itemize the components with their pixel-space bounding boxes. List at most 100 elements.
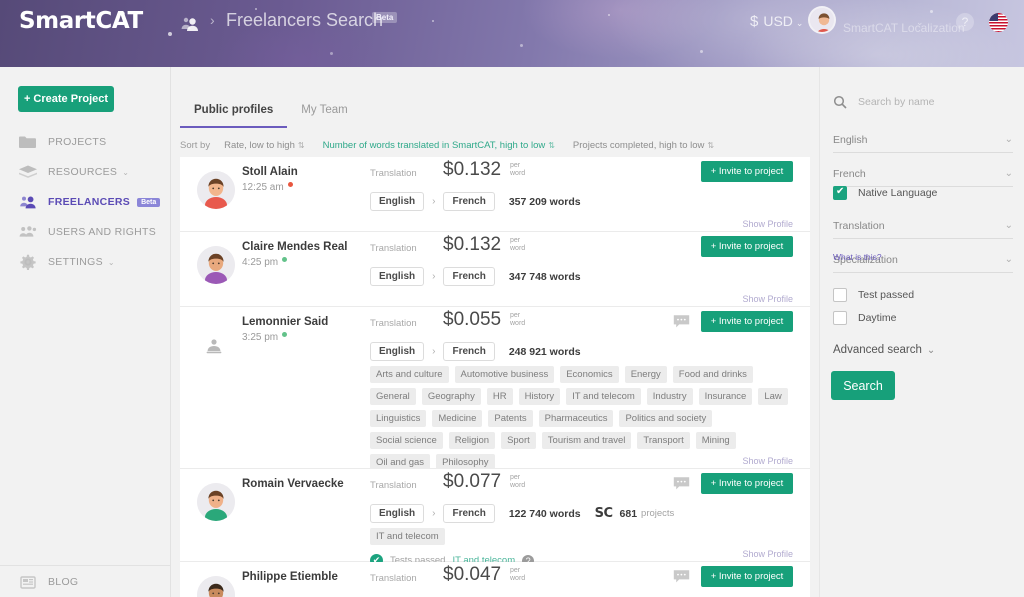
source-language-chip[interactable]: English [370,342,424,361]
chevron-down-icon[interactable]: ⌄ [916,17,924,28]
specialization-tag[interactable]: Automotive business [455,366,555,383]
freelancers-icon [18,194,38,210]
sort-option-words[interactable]: Number of words translated in SmartCAT, … [323,140,555,151]
specialization-tag[interactable]: IT and telecom [566,388,641,405]
specialization-tags: Arts and culture Automotive business Econo… [370,366,790,471]
test-passed-label: Test passed [858,289,914,301]
specialization-tag[interactable]: Arts and culture [370,366,449,383]
checkbox-box [833,288,847,302]
show-profile-link[interactable]: Show Profile [742,294,793,304]
target-language-chip[interactable]: French [443,342,494,361]
specialization-tag[interactable]: History [519,388,561,405]
show-profile-link[interactable]: Show Profile [742,549,793,559]
search-input[interactable] [858,96,1008,108]
sidebar-item-blog[interactable]: BLOG [0,565,171,597]
sidebar-item-freelancers[interactable]: FREELANCERS Beta [0,187,171,217]
specialization-tag[interactable]: Food and drinks [673,366,753,383]
dollar-icon: $ [750,13,758,30]
target-language-chip[interactable]: French [443,267,494,286]
app-logo[interactable]: SmartCAT [19,8,143,34]
freelancer-name[interactable]: Claire Mendes Real [242,241,347,253]
test-passed-checkbox[interactable]: Test passed [833,288,914,302]
specialization-tag[interactable]: Insurance [699,388,753,405]
specialization-tag[interactable]: Transport [637,432,689,449]
freelancer-card[interactable]: Claire Mendes Real4:25 pmTranslation$0.1… [180,232,810,307]
tab-public-profiles[interactable]: Public profiles [180,104,287,128]
freelancer-name[interactable]: Stoll Alain [242,166,298,178]
left-sidebar: + Create Project PROJECTS RESOURCES ⌄ [0,67,171,597]
chat-icon[interactable] [673,476,690,490]
target-language-chip[interactable]: French [443,192,494,211]
checkbox-box [833,311,847,325]
source-language-select[interactable]: English ⌄ [833,127,1013,153]
freelancer-card[interactable]: Stoll Alain12:25 amTranslation$0.132perw… [180,157,810,232]
sort-arrows-icon: ⇅ [548,141,555,150]
freelancer-card[interactable]: Romain VervaeckeTranslation$0.077perword… [180,469,810,562]
freelancer-card[interactable]: Lemonnier Said3:25 pmTranslation$0.055pe… [180,307,810,469]
currency-selector[interactable]: $USD⌄ [750,13,803,30]
specialization-tag[interactable]: Geography [422,388,481,405]
create-project-button[interactable]: + Create Project [18,86,114,112]
tab-my-team[interactable]: My Team [287,104,361,128]
freelancer-name[interactable]: Lemonnier Said [242,316,328,328]
show-profile-link[interactable]: Show Profile [742,219,793,229]
daytime-checkbox[interactable]: Daytime [833,311,897,325]
specialization-tag[interactable]: IT and telecom [370,528,445,545]
specialization-tag[interactable]: Pharmaceutics [539,410,614,427]
sort-option-projects[interactable]: Projects completed, high to low⇅ [573,140,714,151]
show-profile-link[interactable]: Show Profile [742,456,793,466]
source-language-chip[interactable]: English [370,267,424,286]
specialization-tag[interactable]: General [370,388,416,405]
sidebar-item-users-and-rights[interactable]: USERS AND RIGHTS [0,217,171,247]
projects-label: projects [641,508,674,519]
user-name[interactable]: SmartCAT Localization [843,21,965,35]
source-language-chip[interactable]: English [370,192,424,211]
avatar [197,171,235,209]
sort-option-rate[interactable]: Rate, low to high⇅ [224,140,304,151]
language-pair-row: English›French122 740 wordsSC681projects [370,504,674,523]
chat-icon[interactable] [673,314,690,328]
specialization-tag[interactable]: Sport [501,432,536,449]
us-flag-icon[interactable] [989,13,1008,32]
specialization-tag[interactable]: Tourism and travel [542,432,632,449]
search-icon [833,95,847,109]
specialization-tag[interactable]: HR [487,388,513,405]
specialization-tag[interactable]: Mining [696,432,736,449]
specialization-tag[interactable]: Religion [449,432,495,449]
specialization-tag[interactable]: Politics and society [619,410,712,427]
sidebar-item-projects[interactable]: PROJECTS [0,127,171,157]
specialization-tag[interactable]: Linguistics [370,410,426,427]
local-time: 3:25 pm [242,332,287,343]
specialization-tag[interactable]: Patents [488,410,532,427]
what-is-this-link[interactable]: What is this? [833,252,882,262]
target-language-select[interactable]: French ⌄ [833,161,1013,187]
specialization-tag[interactable]: Energy [625,366,667,383]
specialization-tag[interactable]: Economics [560,366,618,383]
sidebar-item-resources[interactable]: RESOURCES ⌄ [0,157,171,187]
help-icon[interactable]: ? [956,13,974,31]
sidebar-item-label: RESOURCES [48,166,117,178]
search-button[interactable]: Search [831,371,895,400]
sidebar-item-settings[interactable]: SETTINGS ⌄ [0,247,171,277]
invite-to-project-button[interactable]: + Invite to project [701,311,793,332]
specialization-tag[interactable]: Law [758,388,787,405]
native-language-checkbox[interactable]: Native Language [833,186,937,200]
chat-icon[interactable] [673,569,690,583]
target-language-chip[interactable]: French [443,504,494,523]
service-select[interactable]: Translation ⌄ [833,213,1013,239]
specialization-tag[interactable]: Medicine [432,410,482,427]
source-language-chip[interactable]: English [370,504,424,523]
freelancer-name[interactable]: Romain Vervaecke [242,478,344,490]
advanced-search-toggle[interactable]: Advanced search⌄ [833,344,935,356]
freelancer-card[interactable]: Philippe EtiembleTranslation$0.047perwor… [180,562,810,597]
invite-to-project-button[interactable]: + Invite to project [701,566,793,587]
avatar[interactable] [808,6,836,34]
specialization-tag[interactable]: Social science [370,432,443,449]
freelancer-name[interactable]: Philippe Etiemble [242,571,338,583]
invite-to-project-button[interactable]: + Invite to project [701,236,793,257]
invite-to-project-button[interactable]: + Invite to project [701,161,793,182]
page-title: Freelancers Search [226,10,383,31]
invite-to-project-button[interactable]: + Invite to project [701,473,793,494]
specialization-tag[interactable]: Industry [647,388,693,405]
service-label: Translation [370,243,417,254]
